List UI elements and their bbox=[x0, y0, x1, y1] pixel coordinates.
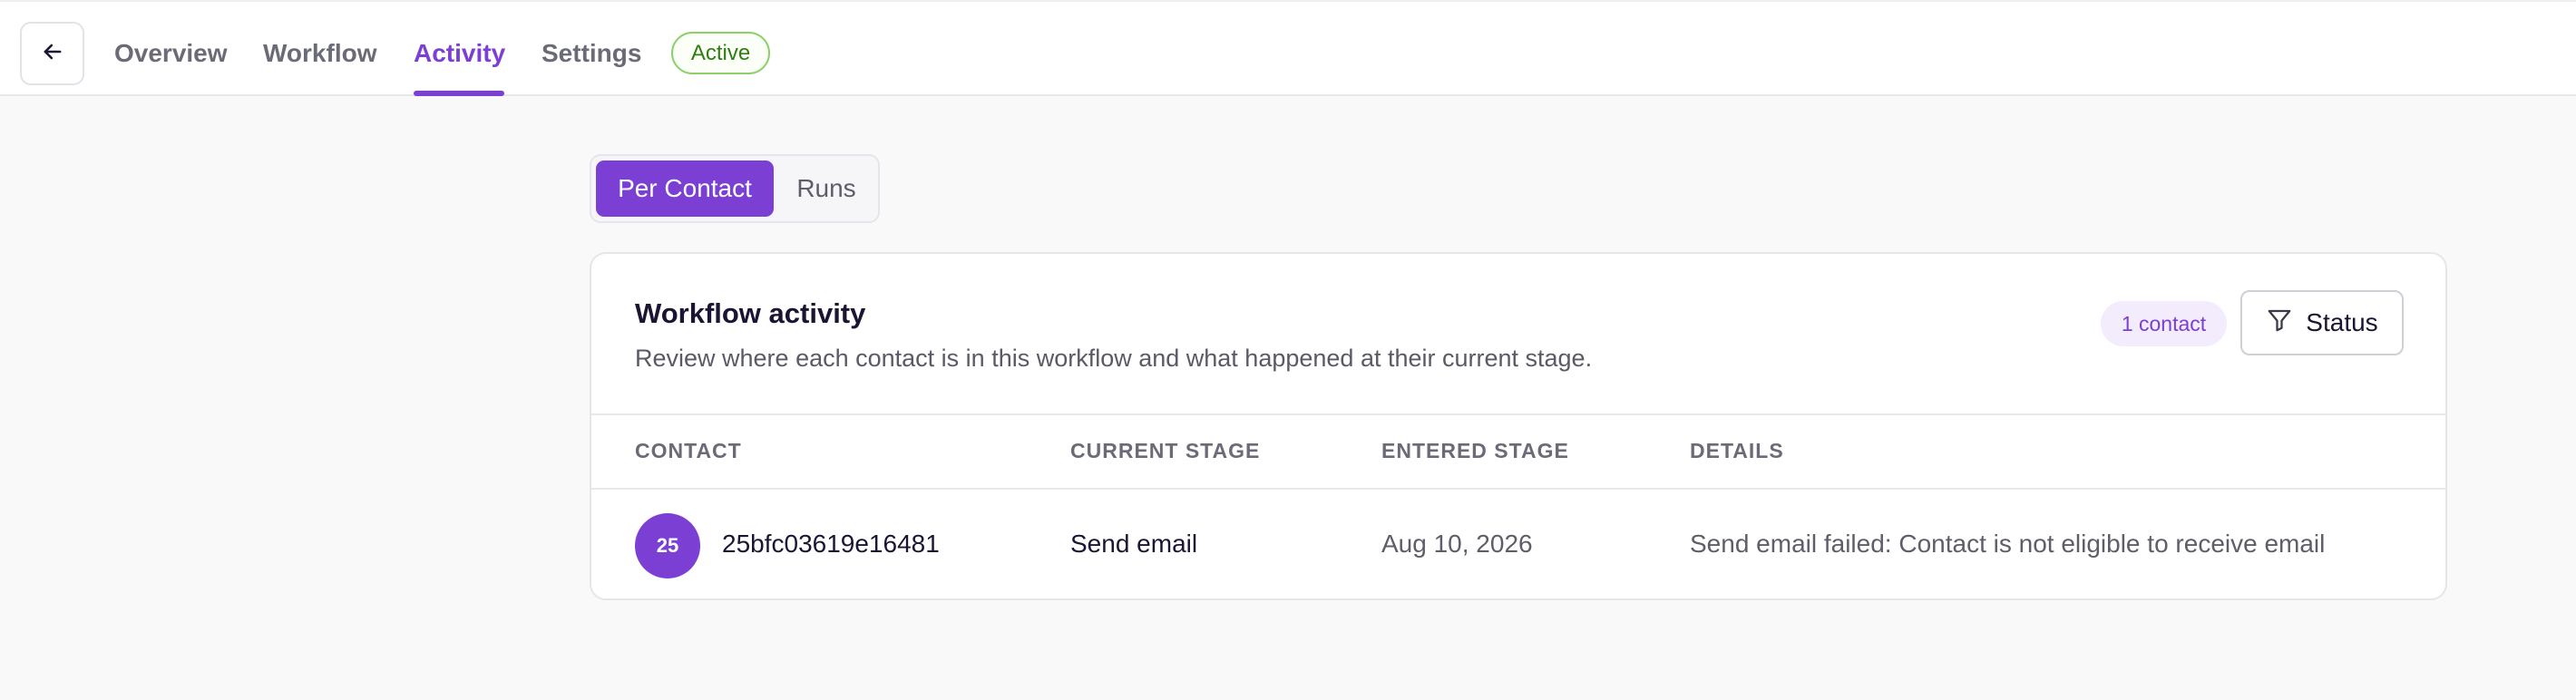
column-header-details: DETAILS bbox=[1690, 439, 1784, 462]
column-header-current-stage: CURRENT STAGE bbox=[1070, 439, 1261, 462]
filter-funnel-icon bbox=[2266, 306, 2293, 340]
table-header-divider bbox=[591, 488, 2445, 490]
contact-count-badge: 1 contact bbox=[2101, 301, 2227, 346]
entered-stage-cell: Aug 10, 2026 bbox=[1381, 530, 1533, 558]
per-contact-toggle[interactable]: Per Contact bbox=[596, 160, 774, 217]
workflow-status-badge: Active bbox=[671, 32, 770, 74]
details-cell: Send email failed: Contact is not eligib… bbox=[1690, 530, 2326, 558]
top-navigation-bar: Overview Workflow Activity Settings Acti… bbox=[0, 0, 2576, 96]
header-divider bbox=[591, 413, 2445, 415]
contact-id[interactable]: 25bfc03619e16481 bbox=[722, 530, 940, 559]
status-filter-label: Status bbox=[2306, 308, 2378, 336]
current-stage-cell: Send email bbox=[1070, 530, 1198, 558]
card-subtitle: Review where each contact is in this wor… bbox=[635, 345, 1593, 372]
tab-workflow[interactable]: Workflow bbox=[263, 38, 376, 69]
column-header-entered-stage: ENTERED STAGE bbox=[1381, 439, 1569, 462]
tab-activity[interactable]: Activity bbox=[414, 38, 505, 69]
column-header-contact: CONTACT bbox=[635, 439, 742, 462]
view-toggle: Per Contact Runs bbox=[590, 154, 880, 223]
runs-toggle[interactable]: Runs bbox=[778, 160, 874, 217]
tab-overview[interactable]: Overview bbox=[114, 38, 228, 69]
back-button[interactable] bbox=[20, 22, 84, 85]
workflow-activity-card: Workflow activity Review where each cont… bbox=[590, 252, 2447, 600]
tab-settings[interactable]: Settings bbox=[542, 38, 641, 69]
avatar: 25 bbox=[635, 513, 700, 578]
active-tab-indicator bbox=[414, 91, 504, 96]
arrow-left-icon bbox=[40, 39, 65, 69]
card-title: Workflow activity bbox=[635, 297, 866, 329]
status-filter-button[interactable]: Status bbox=[2240, 290, 2404, 355]
